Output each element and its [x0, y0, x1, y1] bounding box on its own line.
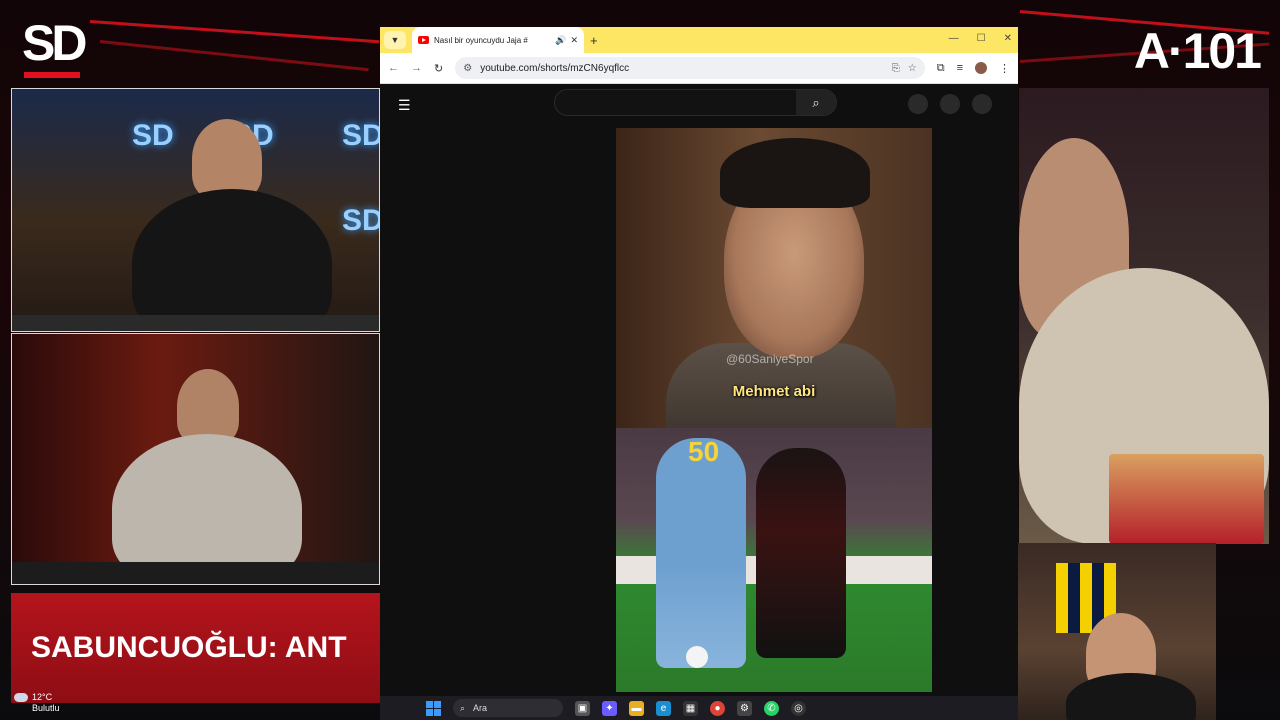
file-explorer-icon[interactable]: ▬ [629, 700, 644, 716]
search-input[interactable]: ⌕ [554, 89, 837, 116]
channel-logo-text: SD [22, 15, 87, 71]
task-view-icon[interactable]: ▣ [575, 700, 590, 716]
tab-search-button[interactable]: ▼ [384, 31, 406, 49]
taskbar-search-label: Ara [473, 703, 488, 713]
whatsapp-icon[interactable]: ✆ [764, 700, 779, 716]
cloud-icon [14, 693, 28, 703]
bookmark-star-icon[interactable]: ☆ [908, 63, 917, 74]
player-dark [756, 448, 846, 658]
tab-title: Nasıl bir oyuncuydu Jaja # [434, 35, 528, 45]
video-football-frame: 50 [616, 428, 932, 692]
studio-wall-logo: SD [342, 204, 380, 237]
football-ball [686, 646, 708, 668]
address-bar[interactable]: ⚙ youtube.com/shorts/mzCN6yqflcc ⎘ ☆ [455, 57, 925, 79]
desk [12, 315, 379, 331]
media-control-icon[interactable]: ≡ [957, 62, 963, 74]
windows-taskbar: ⌕ Ara ▣ ✦ ▬ e ▦ ● ⚙ ✆ ◎ [380, 696, 1018, 720]
reload-icon[interactable]: ↻ [434, 62, 443, 75]
stream-canvas: SD A·101 SD SD SD SD SABUNCUOĞLU: ANT 12… [0, 0, 1280, 720]
host-figure [177, 369, 239, 444]
taskbar-search[interactable]: ⌕ Ara [453, 699, 563, 717]
close-tab-icon[interactable]: ✕ [570, 35, 578, 46]
studio-camera-1: SD SD SD SD [11, 88, 380, 332]
edge-icon[interactable]: e [656, 700, 671, 716]
windows-start-icon[interactable] [426, 700, 441, 716]
weather-temp: 12°C [32, 692, 53, 702]
studio-wall-logo: SD [132, 119, 174, 152]
studio-camera-2 [11, 333, 380, 585]
maximize-icon[interactable]: ☐ [977, 33, 986, 44]
browser-toolbar: ← → ↻ ⚙ youtube.com/shorts/mzCN6yqflcc ⎘… [380, 53, 1018, 84]
interviewee-hair [720, 138, 870, 208]
youtube-favicon-icon [418, 36, 429, 44]
guest-camera [1019, 88, 1269, 544]
studio-wall-logo: SD [342, 119, 380, 152]
youtube-page: ☰ ⌕ @60SaniyeSpor Mehmet abi 50 [380, 84, 1018, 696]
search-icon: ⌕ [460, 702, 466, 713]
host-body [132, 189, 332, 331]
site-info-icon[interactable]: ⚙ [463, 63, 472, 74]
decor-stripe [89, 20, 380, 44]
streamer-body [1066, 673, 1196, 720]
weather-widget[interactable]: 12°C Bulutlu [14, 692, 60, 714]
logo-underline [24, 72, 80, 78]
product-bag [1109, 454, 1264, 544]
jersey-number: 50 [688, 436, 720, 467]
extensions-icon[interactable]: ⧉ [937, 62, 945, 75]
new-tab-button[interactable]: + [590, 33, 598, 48]
copilot-icon[interactable]: ✦ [602, 700, 617, 716]
window-controls: — ☐ ✕ [949, 33, 1012, 44]
obs-icon[interactable]: ◎ [791, 700, 806, 716]
tab-strip: ▼ Nasıl bir oyuncuydu Jaja # 🔊 ✕ + — ☐ ✕ [380, 27, 1018, 53]
create-icon[interactable] [908, 94, 928, 114]
desk [12, 562, 379, 584]
sponsor-logo: A·101 [1133, 23, 1262, 79]
search-icon: ⌕ [812, 94, 820, 110]
close-window-icon[interactable]: ✕ [1004, 33, 1012, 44]
speaker-icon[interactable]: 🔊 [555, 35, 566, 46]
video-caption: Mehmet abi [732, 383, 816, 400]
search-button[interactable]: ⌕ [796, 90, 836, 115]
host-figure [192, 119, 262, 199]
video-watermark: @60SaniyeSpor [726, 352, 814, 366]
settings-icon[interactable]: ⚙ [737, 700, 752, 716]
video-interview-frame: @60SaniyeSpor Mehmet abi [616, 128, 932, 433]
minimize-icon[interactable]: — [949, 33, 959, 44]
player-light-blue [656, 438, 746, 668]
weather-desc: Bulutlu [32, 703, 60, 713]
url-text: youtube.com/shorts/mzCN6yqflcc [480, 62, 630, 74]
menu-icon[interactable]: ☰ [398, 97, 411, 114]
notifications-icon[interactable] [940, 94, 960, 114]
chrome-icon[interactable]: ● [710, 700, 725, 716]
chevron-down-icon: ▼ [390, 35, 400, 45]
back-icon[interactable]: ← [388, 62, 399, 74]
store-icon[interactable]: ▦ [683, 700, 698, 716]
news-ticker: SABUNCUOĞLU: ANT [11, 593, 380, 703]
decor-stripe [99, 40, 369, 72]
profile-avatar[interactable] [975, 62, 987, 74]
browser-window: ▼ Nasıl bir oyuncuydu Jaja # 🔊 ✕ + — ☐ ✕… [380, 27, 1018, 720]
forward-icon[interactable]: → [411, 62, 422, 74]
install-app-icon[interactable]: ⎘ [892, 63, 900, 74]
shorts-video-player[interactable]: @60SaniyeSpor Mehmet abi 50 [616, 128, 932, 692]
ticker-text: SABUNCUOĞLU: ANT [31, 631, 347, 664]
toolbar-actions: ⧉ ≡ ⋮ [937, 62, 1010, 75]
account-avatar[interactable] [972, 94, 992, 114]
tab-youtube[interactable]: Nasıl bir oyuncuydu Jaja # 🔊 ✕ [412, 27, 584, 53]
more-menu-icon[interactable]: ⋮ [999, 62, 1010, 75]
channel-logo: SD [22, 14, 88, 82]
